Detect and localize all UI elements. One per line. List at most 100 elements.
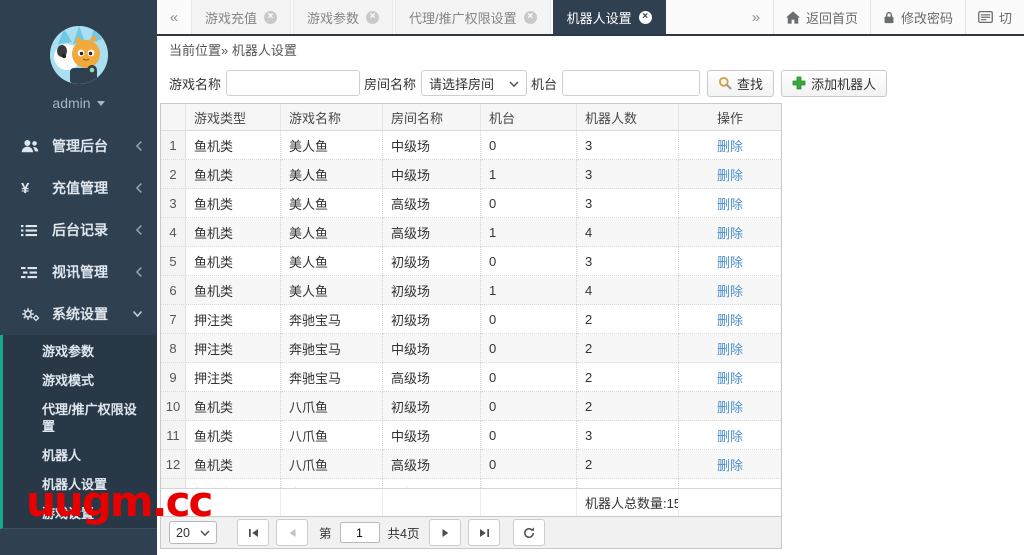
cell-5: 2 — [577, 392, 679, 421]
current-page-input[interactable] — [339, 522, 380, 543]
cell-5: 2 — [577, 450, 679, 479]
header-action-change-password[interactable]: 修改密码 — [869, 0, 965, 34]
tab-agent-promo-permission[interactable]: 代理/推广权限设置 × — [395, 0, 551, 34]
room-select[interactable]: 请选择房间 — [421, 70, 528, 96]
sidebar-item-recharge-mgmt[interactable]: ¥ 充值管理 — [0, 167, 157, 209]
table-row: 1 鱼机类 美人鱼 中级场 0 3 删除 — [161, 131, 781, 160]
sidebar-item-label: 管理后台 — [52, 138, 108, 154]
tabs-scroll-left-button[interactable]: « — [157, 0, 191, 34]
cell-action: 删除 — [679, 247, 781, 276]
header-action-back-home[interactable]: 返回首页 — [772, 0, 870, 34]
table-row: 7 押注类 奔驰宝马 初级场 0 2 删除 — [161, 305, 781, 334]
cell-1: 鱼机类 — [186, 392, 281, 421]
prev-page-button[interactable] — [276, 519, 308, 546]
game-name-input[interactable] — [226, 70, 361, 96]
cell-4: 1 — [481, 276, 577, 305]
delete-link[interactable]: 删除 — [717, 455, 743, 474]
column-header-6: 操作 — [716, 110, 743, 126]
column-header-5: 机器人数 — [577, 104, 679, 130]
delete-link[interactable]: 删除 — [717, 310, 743, 329]
chevron-down-icon — [132, 310, 143, 318]
tab-label: 代理/推广权限设置 — [409, 10, 517, 26]
delete-link[interactable]: 删除 — [717, 194, 743, 213]
cell-action: 删除 — [679, 160, 781, 189]
cell-4: 0 — [481, 131, 577, 160]
cell-action: 删除 — [679, 305, 781, 334]
delete-link[interactable]: 删除 — [717, 252, 743, 271]
header-action-switch[interactable]: 切 — [964, 0, 1024, 34]
header-action-label: 修改密码 — [900, 10, 953, 26]
footer-cell-6 — [679, 489, 781, 516]
chevron-left-icon — [135, 182, 143, 194]
submenu-item-game-mode[interactable]: 游戏模式 — [3, 366, 157, 395]
gears-icon — [21, 307, 43, 322]
footer-cell-4 — [481, 489, 577, 516]
cell-2: 八爪鱼 — [281, 450, 383, 479]
delete-link[interactable]: 删除 — [717, 397, 743, 416]
cell-3: 中级场 — [383, 334, 481, 363]
cell-1: 鱼机类 — [186, 450, 281, 479]
page-size-select[interactable]: 20 — [169, 521, 217, 544]
cell-1: 鱼机类 — [186, 131, 281, 160]
cell-action: 删除 — [679, 218, 781, 247]
yen-icon: ¥ — [21, 179, 30, 197]
tab-label: 游戏充值 — [205, 10, 258, 26]
cell-3: 高级场 — [383, 189, 481, 218]
chevron-down-icon — [509, 76, 519, 91]
submenu-item-robot-settings[interactable]: 机器人设置 — [3, 470, 157, 499]
user-menu[interactable]: admin — [0, 95, 157, 111]
next-page-button[interactable] — [429, 519, 462, 546]
cell-1: 鱼机类 — [186, 421, 281, 450]
delete-link[interactable]: 删除 — [717, 136, 743, 155]
table-row: 3 鱼机类 美人鱼 高级场 0 3 删除 — [161, 189, 781, 218]
submenu-item-game-settings[interactable]: 游戏设置 — [3, 499, 157, 528]
tab-robot-settings[interactable]: 机器人设置 × — [552, 0, 666, 34]
delete-link[interactable]: 删除 — [717, 368, 743, 387]
delete-link[interactable]: 删除 — [717, 281, 743, 300]
cell-3: 高级场 — [383, 363, 481, 392]
next-page-icon — [440, 528, 451, 538]
tabs-scroll-right-button[interactable]: » — [739, 0, 773, 34]
add-plus-icon — [792, 76, 806, 90]
cell-1: 鱼机类 — [186, 247, 281, 276]
close-icon[interactable]: × — [264, 10, 278, 24]
user-avatar[interactable] — [49, 26, 108, 84]
sidebar-item-video-mgmt[interactable]: 视讯管理 — [0, 251, 157, 293]
refresh-button[interactable] — [513, 519, 546, 546]
delete-link[interactable]: 删除 — [717, 484, 743, 489]
close-icon[interactable]: × — [523, 10, 537, 24]
tab-game-recharge[interactable]: 游戏充值 × — [191, 0, 292, 34]
delete-link[interactable]: 删除 — [717, 339, 743, 358]
last-page-button[interactable] — [468, 519, 501, 546]
refresh-icon — [523, 526, 535, 539]
submenu-item-agent-promo-permission[interactable]: 代理/推广权限设置 — [3, 395, 157, 441]
add-robot-button[interactable]: 添加机器人 — [781, 69, 888, 97]
close-icon[interactable]: × — [638, 10, 652, 24]
cell-4: 0 — [481, 479, 577, 488]
chevron-left-icon — [135, 266, 143, 278]
cell-4: 0 — [481, 305, 577, 334]
cell-2: 水果玛丽 — [281, 479, 383, 488]
tab-game-params[interactable]: 游戏参数 × — [293, 0, 394, 34]
submenu-item-robot[interactable]: 机器人 — [3, 441, 157, 470]
sidebar-item-system-settings[interactable]: 系统设置 — [0, 293, 157, 335]
sidebar-item-admin-backend[interactable]: 管理后台 — [0, 125, 157, 167]
page-size-value: 20 — [176, 525, 190, 540]
submenu-item-game-params[interactable]: 游戏参数 — [3, 337, 157, 366]
search-button[interactable]: 查找 — [707, 69, 775, 97]
cell-action: 删除 — [679, 392, 781, 421]
cell-5: 2 — [577, 479, 679, 488]
close-icon[interactable]: × — [366, 10, 380, 24]
sidebar-item-backend-records[interactable]: 后台记录 — [0, 209, 157, 251]
machine-input[interactable] — [562, 70, 701, 96]
first-page-button[interactable] — [237, 519, 269, 546]
cell-4: 0 — [481, 450, 577, 479]
delete-link[interactable]: 删除 — [717, 223, 743, 242]
cell-1: 押注类 — [186, 334, 281, 363]
delete-link[interactable]: 删除 — [717, 165, 743, 184]
cell-5: 3 — [577, 247, 679, 276]
chevron-down-icon — [200, 526, 210, 540]
sidebar: admin 管理后台 ¥ 充值管理 后台记录 视讯管理 系统设置 游戏参数 游戏模式 代理/推… — [0, 0, 157, 555]
table-row: 5 鱼机类 美人鱼 初级场 0 3 删除 — [161, 247, 781, 276]
delete-link[interactable]: 删除 — [717, 426, 743, 445]
